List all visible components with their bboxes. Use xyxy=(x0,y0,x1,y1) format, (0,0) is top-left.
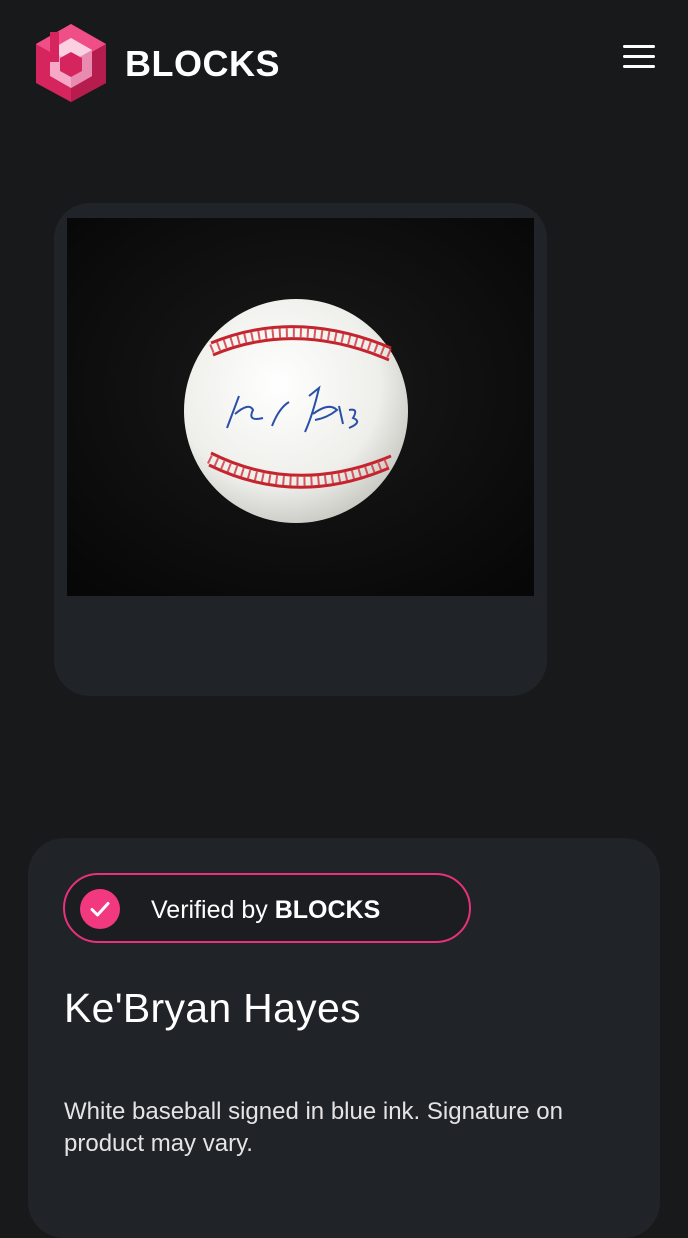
check-circle-icon xyxy=(80,889,120,929)
product-description: White baseball signed in blue ink. Signa… xyxy=(64,1098,563,1157)
menu-bar xyxy=(623,45,655,48)
product-title: Ke'Bryan Hayes xyxy=(64,985,361,1031)
blocks-hexagon-logo-icon[interactable] xyxy=(34,22,108,104)
product-image-card xyxy=(54,203,547,696)
baseball-image xyxy=(67,218,534,596)
verified-prefix: Verified by xyxy=(151,896,268,924)
app-header: BLOCKS xyxy=(0,0,688,128)
verified-badge: Verified by BLOCKS xyxy=(63,873,471,943)
menu-bar xyxy=(623,55,655,58)
verified-label: Verified by BLOCKS xyxy=(151,895,380,925)
brand-name: BLOCKS xyxy=(125,43,280,84)
verified-brand: BLOCKS xyxy=(274,896,381,924)
hamburger-menu-icon[interactable] xyxy=(616,38,662,76)
product-info-card: Verified by BLOCKS Ke'Bryan Hayes White … xyxy=(28,838,660,1238)
menu-bar xyxy=(623,65,655,68)
product-photo[interactable] xyxy=(67,218,534,596)
